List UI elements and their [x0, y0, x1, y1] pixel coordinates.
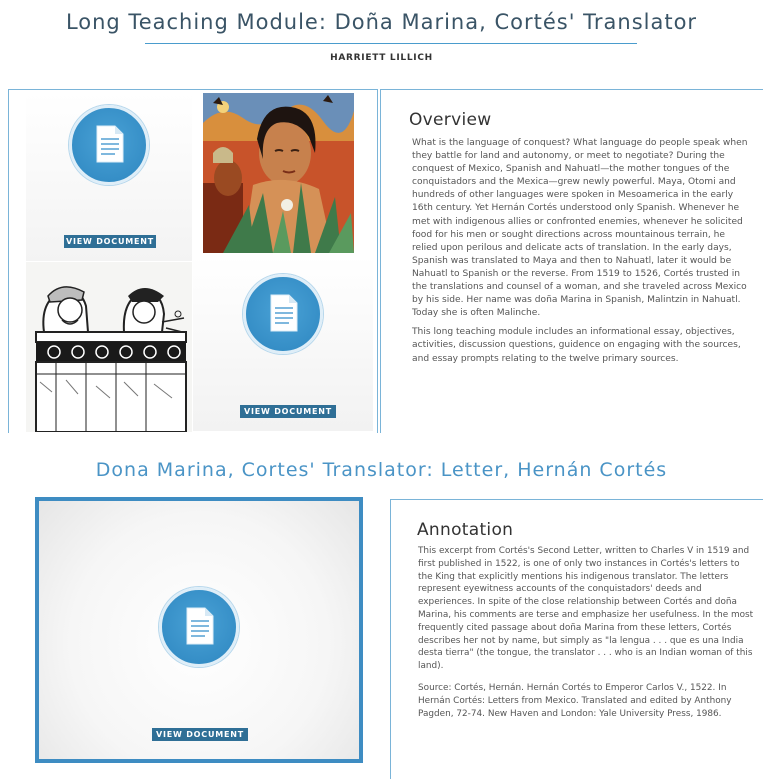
annotation-text: This excerpt from Cortés's Second Letter… — [418, 545, 754, 720]
view-document-button[interactable]: VIEW DOCUMENT — [64, 235, 156, 248]
overview-heading: Overview — [409, 110, 492, 130]
document-gallery: VIEW DOCUMENT VIEW DOCUMENT — [8, 89, 378, 433]
document-tile-1[interactable]: VIEW DOCUMENT — [26, 93, 192, 261]
section-title: Dona Marina, Cortes' Translator: Letter,… — [95, 459, 668, 481]
overview-panel: Overview What is the language of conques… — [380, 89, 763, 433]
view-document-button[interactable]: VIEW DOCUMENT — [152, 728, 248, 741]
document-icon[interactable] — [159, 587, 239, 667]
painting-image[interactable] — [203, 93, 354, 253]
title-divider — [145, 43, 637, 44]
codex-image[interactable] — [26, 262, 192, 432]
annotation-paragraph: This excerpt from Cortés's Second Letter… — [418, 546, 754, 672]
view-document-button[interactable]: VIEW DOCUMENT — [240, 405, 336, 418]
document-preview[interactable]: VIEW DOCUMENT — [35, 497, 363, 763]
annotation-source: Source: Cortés, Hernán. Hernán Cortés to… — [418, 682, 732, 719]
document-icon[interactable] — [69, 105, 149, 185]
overview-paragraph: This long teaching module includes an in… — [412, 327, 741, 364]
overview-text: What is the language of conquest? What l… — [412, 137, 752, 366]
page-title: Long Teaching Module: Doña Marina, Corté… — [65, 10, 698, 34]
document-tile-2[interactable]: VIEW DOCUMENT — [193, 256, 373, 431]
annotation-heading: Annotation — [417, 520, 514, 540]
annotation-panel: Annotation This excerpt from Cortés's Se… — [390, 499, 763, 779]
document-icon[interactable] — [243, 274, 323, 354]
author-name: HARRIETT LILLICH — [330, 53, 433, 63]
overview-paragraph: What is the language of conquest? What l… — [412, 138, 748, 319]
